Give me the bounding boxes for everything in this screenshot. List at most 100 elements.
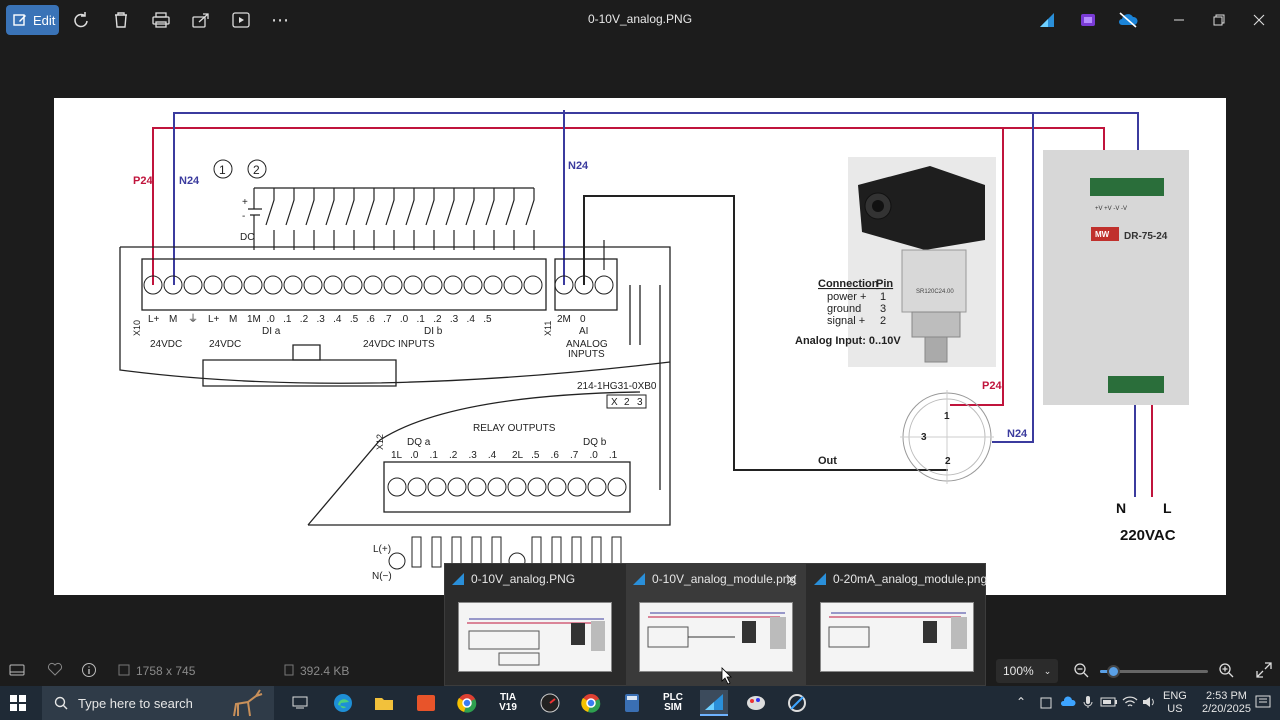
close-icon bbox=[786, 574, 797, 585]
print-button[interactable] bbox=[150, 9, 172, 31]
zoom-in-button[interactable] bbox=[1218, 662, 1234, 681]
lang-top: ENG bbox=[1163, 690, 1187, 702]
dib-label: DI b bbox=[424, 326, 443, 337]
vdc-inputs-label: 24VDC INPUTS bbox=[363, 339, 435, 350]
file-size: 392.4 KB bbox=[300, 664, 350, 678]
photos-app[interactable] bbox=[700, 690, 728, 716]
more-options-button[interactable]: ⋯ bbox=[269, 9, 291, 31]
designer-icon bbox=[1040, 13, 1054, 27]
thumbnail-window-1[interactable]: 0-10V_analog.PNG bbox=[445, 564, 625, 687]
notification-icon[interactable] bbox=[1255, 695, 1271, 711]
maximize-button[interactable] bbox=[1208, 9, 1230, 31]
task-view-icon bbox=[292, 696, 308, 709]
fullscreen-button[interactable] bbox=[1256, 662, 1272, 681]
chrome-app-1[interactable] bbox=[453, 690, 481, 716]
clipchamp-button[interactable] bbox=[1077, 9, 1099, 31]
favorite-button[interactable] bbox=[47, 662, 63, 679]
model-x: X bbox=[611, 397, 618, 408]
info-button[interactable] bbox=[81, 662, 97, 681]
close-icon bbox=[1253, 14, 1265, 26]
tia-portal-app[interactable]: TIA V19 bbox=[494, 690, 522, 716]
file-explorer-app[interactable] bbox=[370, 690, 398, 716]
analog-input-note: Analog Input: 0..10V bbox=[795, 335, 901, 347]
edit-button[interactable]: Edit bbox=[6, 5, 59, 35]
conn-pin-power: 1 bbox=[880, 291, 886, 303]
pin-header: Pin bbox=[876, 278, 893, 290]
paint-app[interactable] bbox=[742, 690, 770, 716]
photos-icon bbox=[814, 573, 826, 585]
folder-icon bbox=[375, 698, 393, 710]
plcsim-app[interactable]: PLC SIM bbox=[659, 690, 687, 716]
matlab-app[interactable] bbox=[412, 690, 440, 716]
system-tray: ⌃ ENG US 2:53 PM 2/20/2025 bbox=[1010, 686, 1280, 720]
n24-right-label: N24 bbox=[1007, 428, 1028, 440]
filmstrip-button[interactable] bbox=[9, 663, 25, 680]
cloud-icon[interactable] bbox=[1060, 696, 1076, 708]
chevron-up-icon[interactable]: ⌃ bbox=[1016, 695, 1026, 709]
edge-icon bbox=[334, 694, 352, 712]
dqb-label: DQ b bbox=[583, 437, 607, 448]
minimize-button[interactable] bbox=[1168, 9, 1190, 31]
clock-date: 2/20/2025 bbox=[1202, 703, 1251, 715]
relay-row-b: 2L .5 .6 .7 .0 .1 bbox=[512, 450, 618, 461]
task-view-button[interactable] bbox=[286, 690, 314, 716]
slideshow-button[interactable] bbox=[230, 9, 252, 31]
ground-symbol: ⏚ bbox=[188, 313, 198, 325]
wifi-icon[interactable] bbox=[1122, 695, 1138, 709]
expand-icon bbox=[1256, 662, 1272, 678]
model-2: 2 bbox=[624, 397, 630, 408]
photos-icon bbox=[452, 573, 464, 585]
speedometer-app[interactable] bbox=[536, 690, 564, 716]
deer-illustration-icon bbox=[233, 689, 263, 717]
thumbnail-title-2: 0-10V_analog_module.png bbox=[652, 572, 797, 586]
title-bar: Edit ⋯ 0-10V_analog.PNG bbox=[0, 0, 1280, 42]
delete-button[interactable] bbox=[110, 9, 132, 31]
taskbar-search-box[interactable]: Type here to search bbox=[42, 686, 274, 720]
zoom-out-button[interactable] bbox=[1073, 662, 1089, 681]
snipping-app[interactable] bbox=[783, 690, 811, 716]
zoom-slider[interactable] bbox=[1100, 665, 1208, 678]
clock-time: 2:53 PM bbox=[1205, 690, 1247, 702]
close-button[interactable] bbox=[1248, 9, 1270, 31]
rotate-button[interactable] bbox=[70, 9, 92, 31]
chevron-down-icon: ⌄ bbox=[1043, 665, 1052, 676]
calculator-app[interactable] bbox=[618, 690, 646, 716]
plc-label-2: SIM bbox=[664, 702, 682, 713]
speedometer-icon bbox=[540, 693, 560, 713]
thumbnail-window-3[interactable]: 0-20mA_analog_module.png bbox=[807, 564, 987, 687]
language-indicator[interactable]: ENG US bbox=[1163, 690, 1187, 716]
edge-app[interactable] bbox=[329, 690, 357, 716]
conn-row-signal: signal + bbox=[827, 315, 865, 327]
thumbnail-window-2[interactable]: 0-10V_analog_module.png bbox=[626, 564, 806, 687]
battery-icon[interactable] bbox=[1100, 696, 1118, 708]
sensor-label: SR120C24.00 bbox=[916, 289, 954, 295]
microphone-icon[interactable] bbox=[1083, 695, 1093, 709]
n-minus-label: N(−) bbox=[372, 571, 392, 582]
designer-button[interactable] bbox=[1036, 9, 1058, 31]
orange-app-icon bbox=[417, 695, 435, 711]
start-button[interactable] bbox=[10, 695, 26, 716]
vdc-2: 24VDC bbox=[209, 339, 241, 350]
dc-label: DC bbox=[240, 232, 254, 243]
volume-icon[interactable] bbox=[1142, 695, 1158, 709]
chrome-app-2[interactable] bbox=[577, 690, 605, 716]
clock[interactable]: 2:53 PM 2/20/2025 bbox=[1202, 690, 1251, 716]
info-icon bbox=[82, 663, 96, 677]
ai-0: 0 bbox=[580, 314, 586, 325]
device-icon[interactable] bbox=[1040, 697, 1052, 709]
thumbnail-close-button[interactable] bbox=[786, 572, 797, 590]
share-button[interactable] bbox=[190, 9, 212, 31]
photos-icon bbox=[705, 694, 723, 710]
zoom-dropdown[interactable]: 100% ⌄ bbox=[996, 659, 1058, 683]
lang-bottom: US bbox=[1167, 703, 1183, 715]
photos-icon bbox=[633, 573, 645, 585]
analog-inputs-2: INPUTS bbox=[568, 349, 605, 360]
paint-icon bbox=[747, 696, 765, 710]
n24-mid-label: N24 bbox=[568, 160, 589, 172]
chrome-icon bbox=[581, 694, 601, 713]
conn-header: Connection bbox=[818, 278, 879, 290]
onedrive-button[interactable] bbox=[1117, 9, 1139, 31]
heart-icon bbox=[47, 662, 63, 676]
p24-left-label: P24 bbox=[133, 175, 153, 187]
zoom-slider-thumb[interactable] bbox=[1106, 665, 1120, 678]
